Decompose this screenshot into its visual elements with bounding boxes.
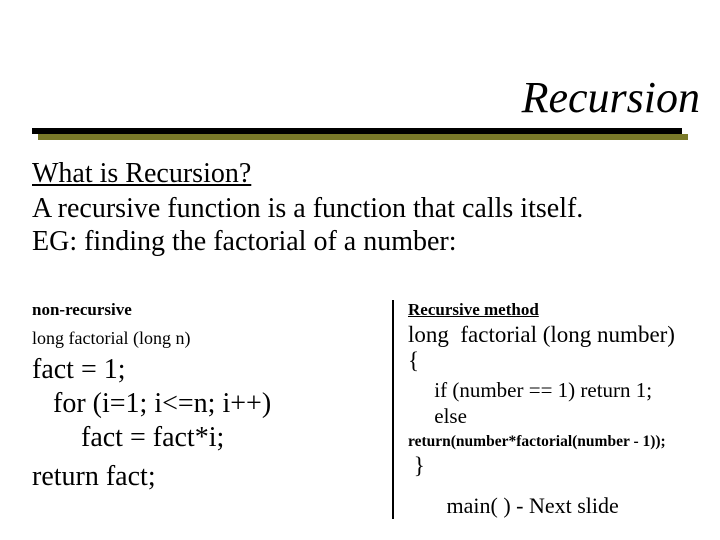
title-rule-shadow bbox=[38, 134, 688, 140]
slide-title: Recursion bbox=[0, 72, 710, 123]
example-intro: EG: finding the factorial of a number: bbox=[32, 225, 700, 258]
nonrecursive-label: non-recursive bbox=[32, 300, 382, 320]
two-columns: non-recursive long factorial (long n) fa… bbox=[32, 300, 700, 519]
column-nonrecursive: non-recursive long factorial (long n) fa… bbox=[32, 300, 392, 519]
nonrecursive-return: return fact; bbox=[32, 461, 382, 493]
nonrecursive-signature: long factorial (long n) bbox=[32, 328, 382, 349]
recursive-signature: long factorial (long number) { bbox=[408, 322, 700, 375]
column-recursive: Recursive method long factorial (long nu… bbox=[392, 300, 700, 519]
title-rule bbox=[32, 128, 682, 134]
next-slide-note: main( ) - Next slide bbox=[408, 493, 700, 519]
recursive-return-line: return(number*factorial(number - 1)); bbox=[408, 433, 700, 451]
recursive-body: if (number == 1) return 1; else bbox=[408, 377, 700, 430]
slide: Recursion What is Recursion? A recursive… bbox=[0, 0, 720, 540]
nonrecursive-code: fact = 1; for (i=1; i<=n; i++) fact = fa… bbox=[32, 353, 382, 455]
definition-text: A recursive function is a function that … bbox=[32, 192, 700, 225]
recursive-label: Recursive method bbox=[408, 300, 700, 320]
body: What is Recursion? A recursive function … bbox=[32, 158, 700, 258]
recursive-close-brace: } bbox=[408, 453, 700, 479]
section-heading: What is Recursion? bbox=[32, 158, 700, 190]
